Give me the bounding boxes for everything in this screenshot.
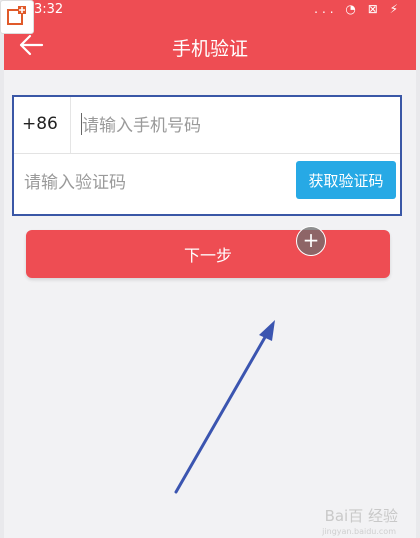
verification-code-input[interactable] xyxy=(22,167,286,199)
phone-number-input[interactable] xyxy=(80,110,384,142)
watermark-logo: Bai百 经验 xyxy=(324,507,398,525)
left-edge xyxy=(0,0,4,538)
status-icons: ... ◔ ⊠ ⚡ xyxy=(314,2,402,16)
text-cursor xyxy=(81,113,82,135)
floating-plus-icon[interactable]: + xyxy=(296,226,326,256)
code-row: 获取验证码 xyxy=(14,154,400,210)
next-step-button[interactable]: 下一步 xyxy=(26,230,390,278)
app-badge-icon xyxy=(0,0,34,34)
right-edge xyxy=(416,0,420,538)
divider xyxy=(70,97,71,153)
country-code-selector[interactable]: +86 xyxy=(22,114,58,134)
verification-form: +86 获取验证码 xyxy=(12,95,402,216)
page-title: 手机验证 xyxy=(171,38,248,60)
watermark-url: jingyan.baidu.com xyxy=(322,527,396,536)
phone-row: +86 xyxy=(14,97,400,154)
get-code-button[interactable]: 获取验证码 xyxy=(296,161,396,199)
status-time: 3:32 xyxy=(34,2,64,17)
header-bar: 3:32 ... ◔ ⊠ ⚡ 手机验证 xyxy=(4,0,416,70)
phone-screen: 3:32 ... ◔ ⊠ ⚡ 手机验证 +86 获取验证码 下一步 + Bai百… xyxy=(0,0,420,538)
